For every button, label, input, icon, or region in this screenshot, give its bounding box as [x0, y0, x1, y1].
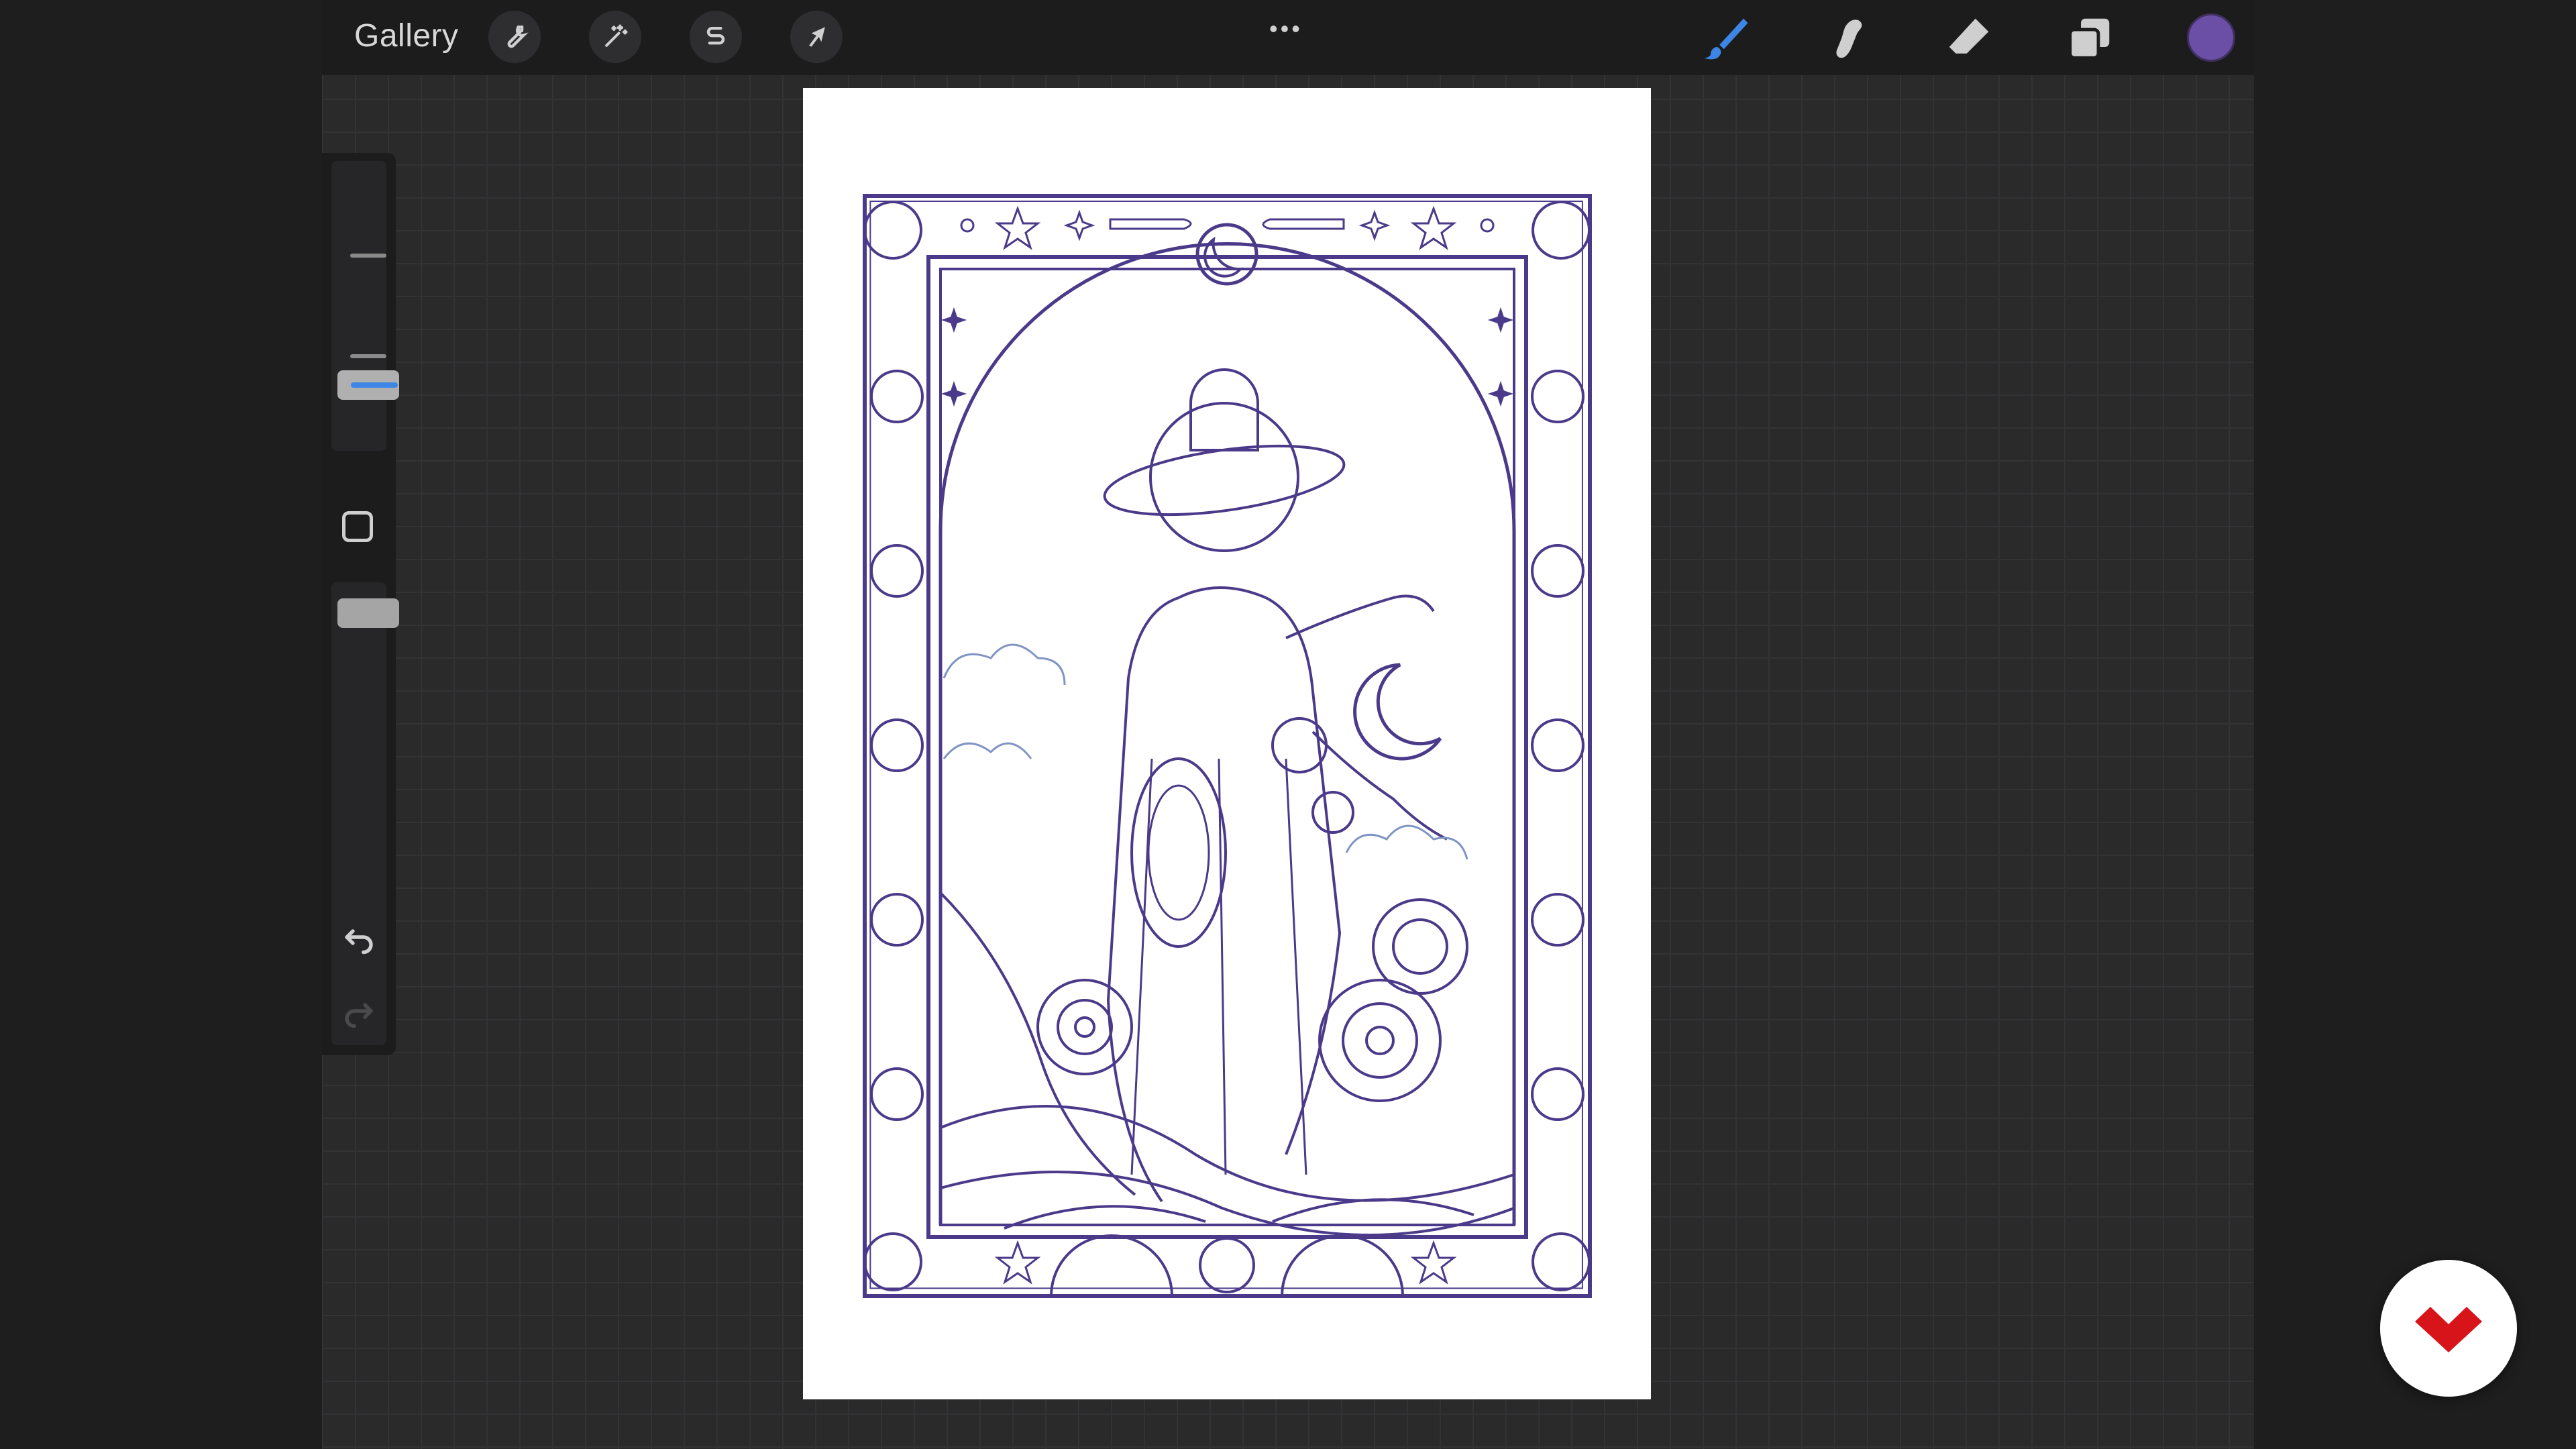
adjustments-button[interactable] [589, 11, 641, 63]
eraser-tool-button[interactable] [1940, 9, 1998, 67]
domestika-logo-button[interactable] [2380, 1260, 2517, 1397]
undo-icon [345, 929, 373, 955]
smudge-tool-button[interactable] [1819, 9, 1877, 67]
opacity-slider[interactable] [331, 582, 399, 1045]
magic-wand-icon [605, 24, 628, 47]
tarot-card-line-art [863, 194, 1592, 1298]
selection-icon [706, 26, 725, 45]
selection-button[interactable] [690, 11, 742, 63]
brush-icon [1704, 18, 1748, 60]
gallery-button[interactable]: Gallery [354, 17, 459, 54]
wrench-icon [507, 25, 529, 48]
redo-icon [345, 1003, 373, 1028]
modify-square-button[interactable] [342, 511, 373, 542]
transform-arrow-icon [809, 27, 825, 47]
redo-button[interactable] [338, 990, 380, 1032]
brush-size-thumb[interactable] [337, 370, 399, 400]
color-picker-button[interactable] [2187, 13, 2235, 62]
smudge-icon [1836, 19, 1862, 58]
brush-size-slider[interactable] [331, 161, 399, 451]
left-sidebar [322, 153, 399, 1055]
thumb-indicator [351, 382, 398, 388]
actions-button[interactable] [488, 11, 541, 63]
slider-tick [350, 254, 386, 258]
domestika-logo-icon [2415, 1307, 2482, 1352]
opacity-thumb[interactable] [337, 598, 399, 628]
more-options-button[interactable]: ••• [1269, 15, 1303, 43]
eraser-icon [1949, 18, 1989, 54]
top-toolbar: Gallery ••• [322, 0, 2254, 75]
slider-tick [350, 354, 386, 358]
layers-button[interactable] [2061, 9, 2118, 67]
brush-tool-button[interactable] [1697, 9, 1755, 67]
transform-button[interactable] [790, 11, 843, 63]
undo-button[interactable] [338, 916, 380, 958]
layers-icon [2068, 18, 2110, 60]
drawing-canvas-paper[interactable] [803, 88, 1651, 1399]
